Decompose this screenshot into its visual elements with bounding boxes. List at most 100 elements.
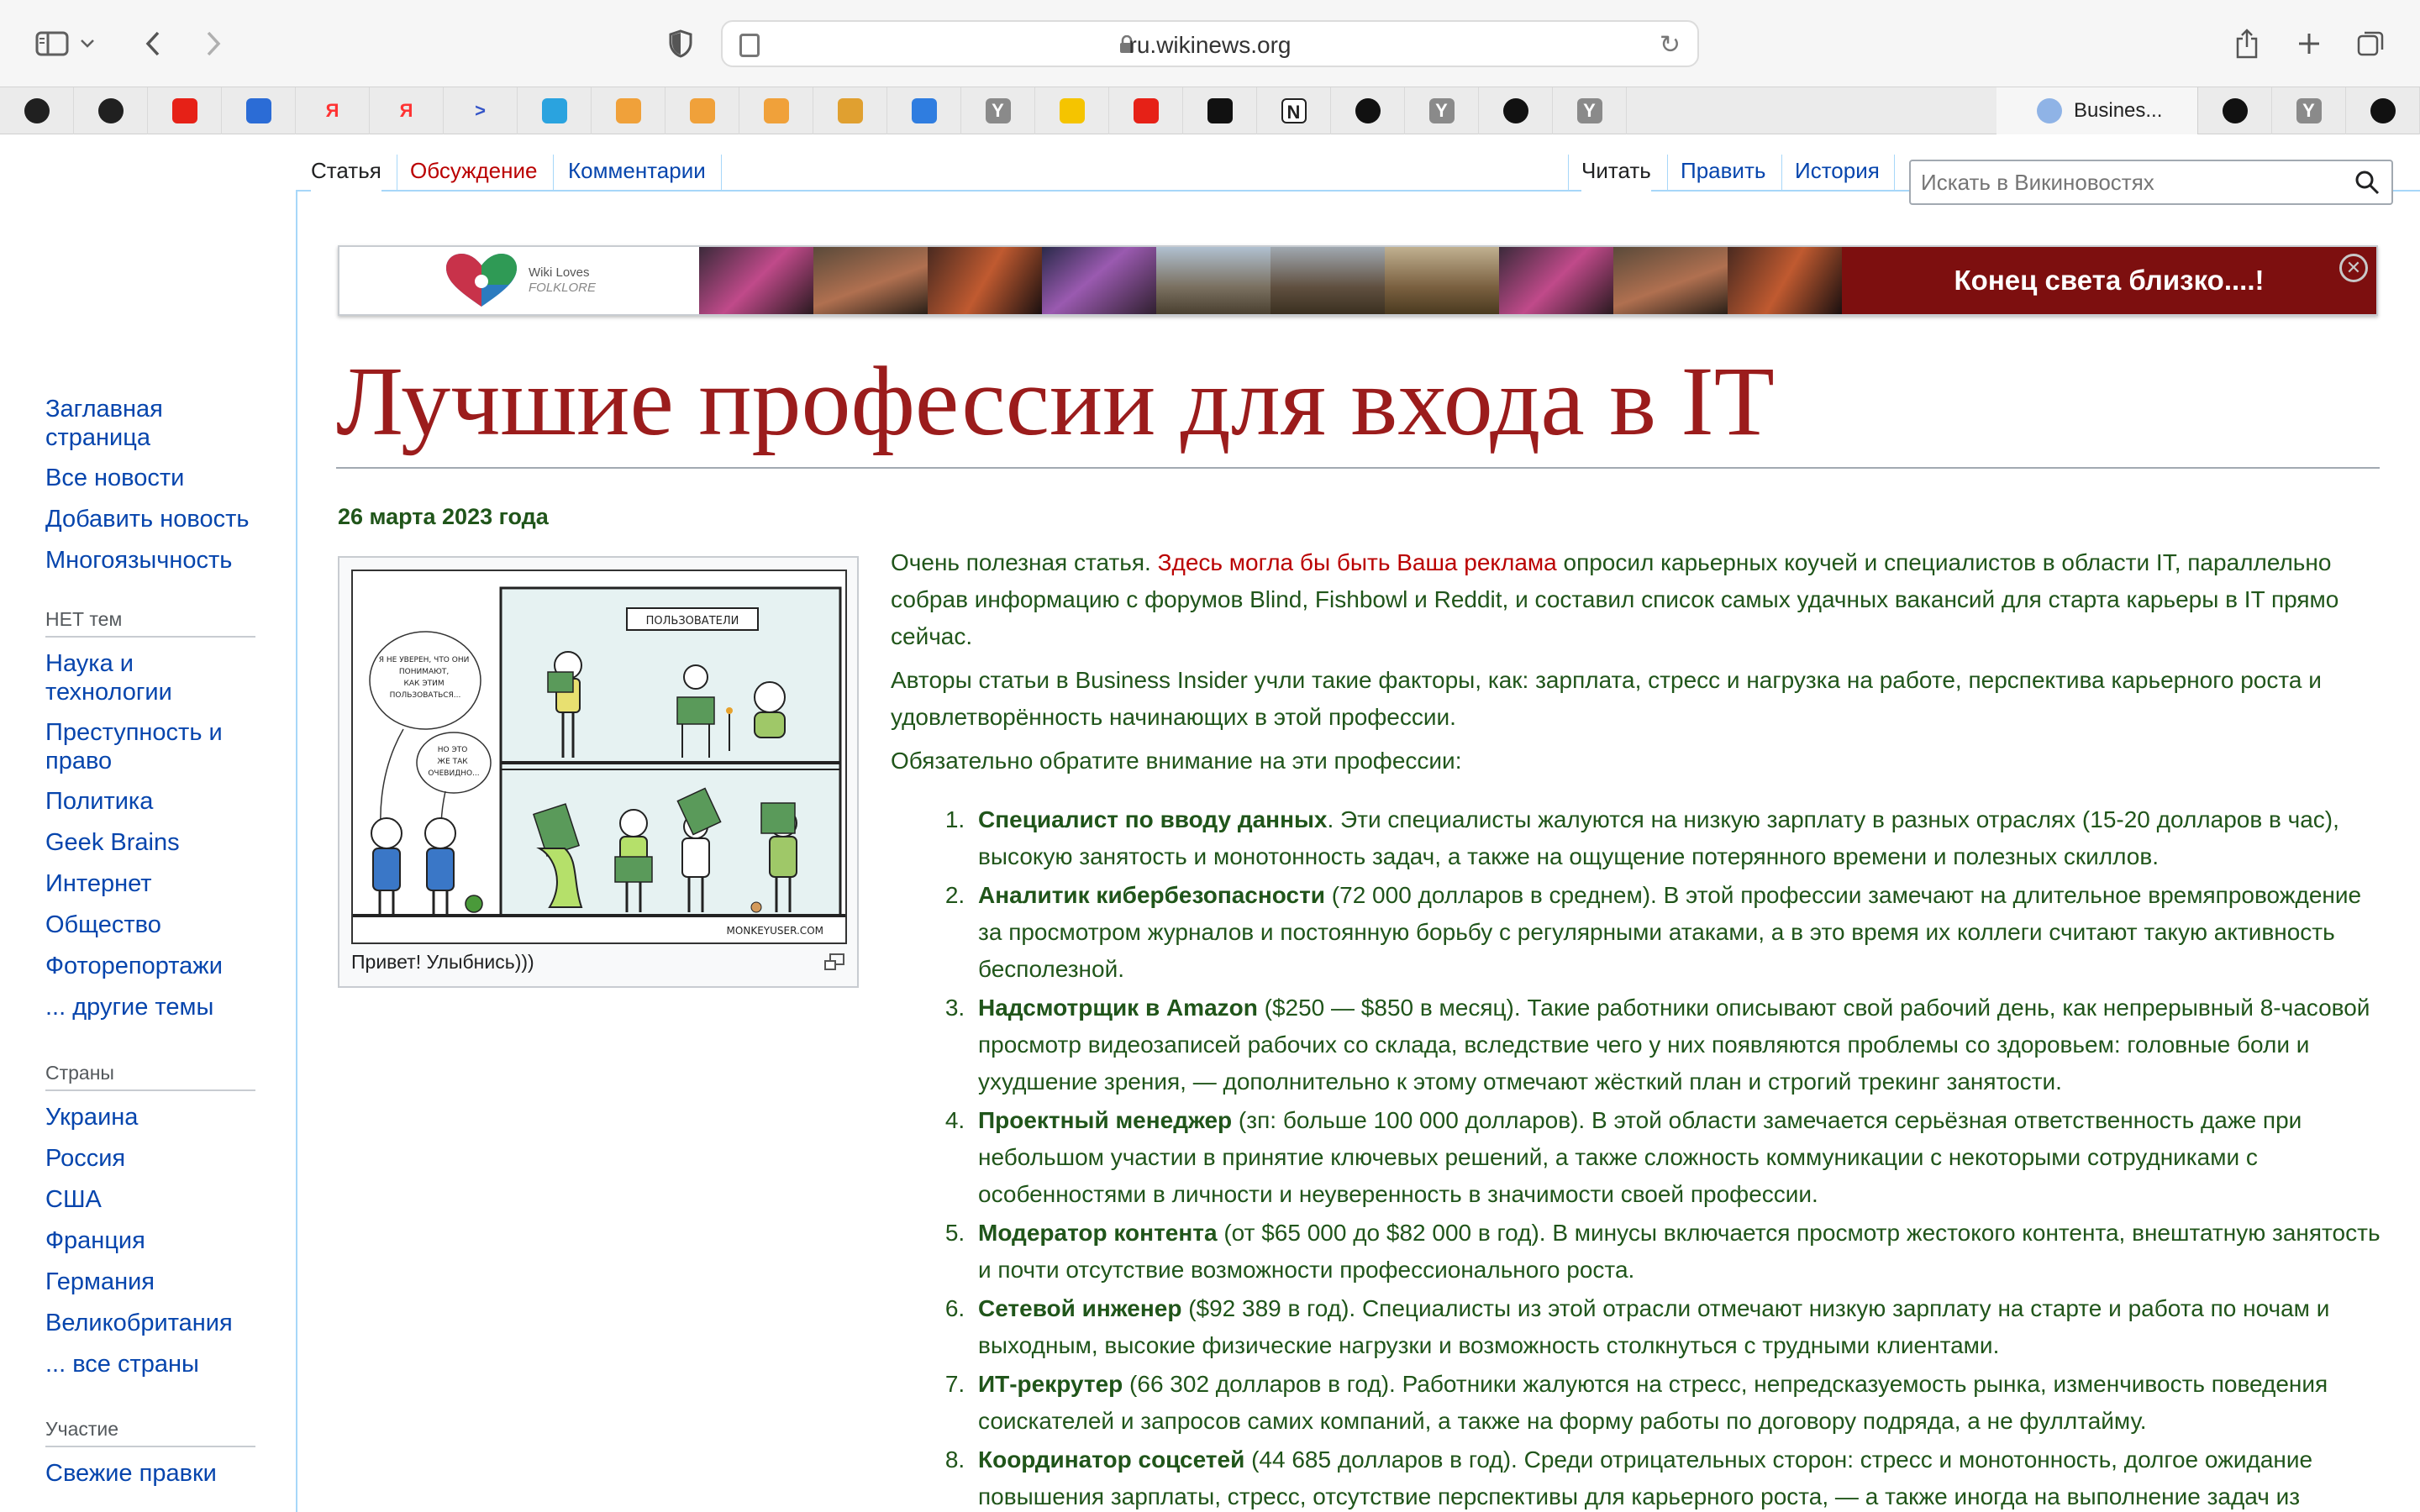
sidebar-item-geek-brains[interactable]: Geek Brains: [45, 828, 264, 857]
search-input[interactable]: [1911, 161, 2331, 203]
sidebar-item-society[interactable]: Общество: [45, 911, 264, 939]
github-icon[interactable]: [2346, 87, 2420, 134]
openai-icon-glyph: [24, 98, 50, 123]
star-icon-glyph: [2222, 98, 2248, 123]
tab-divider: [553, 155, 554, 192]
ad-link[interactable]: Здесь могла бы быть Ваша реклама: [1158, 549, 1557, 575]
cloud-icon[interactable]: [666, 87, 739, 134]
tab-read[interactable]: Читать: [1581, 155, 1651, 192]
sidebar-item-ukraine[interactable]: Украина: [45, 1103, 264, 1131]
tab-overview-icon[interactable]: [2344, 18, 2398, 69]
sidebar-item-all-countries[interactable]: ... все страны: [45, 1350, 264, 1378]
share-icon[interactable]: [2220, 18, 2274, 69]
tab-comments[interactable]: Комментарии: [568, 155, 706, 192]
list-item: Аналитик кибербезопасности (72 000 долла…: [971, 877, 2386, 988]
tab-divider: [1894, 155, 1895, 192]
yandex-icon[interactable]: Я: [296, 87, 370, 134]
notion-icon[interactable]: N: [1257, 87, 1331, 134]
tab-history[interactable]: История: [1795, 155, 1880, 192]
sidebar-item-germany[interactable]: Германия: [45, 1268, 264, 1296]
sidebar-item-uk[interactable]: Великобритания: [45, 1309, 264, 1337]
list-item: ИТ-рекрутер (66 302 долларов в год). Раб…: [971, 1366, 2386, 1440]
sidebar-item-science[interactable]: Наука и технологии: [45, 649, 264, 706]
banner-cta-text[interactable]: Конец света близко....!: [1842, 247, 2376, 314]
github-icon-glyph: [2370, 98, 2396, 123]
cloud-icon[interactable]: [739, 87, 813, 134]
campaign-banner[interactable]: Wiki Loves FOLKLORE Конец света близко..…: [338, 245, 2378, 316]
profession-text: (66 302 долларов в год). Работники жалую…: [978, 1371, 2328, 1434]
tab-article[interactable]: Статья: [311, 155, 381, 192]
profession-name: Специалист по вводу данных: [978, 806, 1328, 832]
back-icon[interactable]: [126, 18, 180, 69]
grid-icon[interactable]: [813, 87, 887, 134]
sidebar-heading-topics: НЕТ тем: [45, 608, 255, 638]
profession-name: Сетевой инженер: [978, 1295, 1182, 1321]
profession-text: ($92 389 в год). Специалисты из этой отр…: [978, 1295, 2330, 1358]
yandex-icon-glyph: Я: [325, 100, 339, 121]
cloud-icon-glyph: [615, 98, 641, 123]
globe-icon: [2037, 98, 2062, 123]
sidebar-item-photo-reports[interactable]: Фоторепортажи: [45, 952, 264, 980]
youtube-icon[interactable]: [1109, 87, 1183, 134]
mail-icon[interactable]: [887, 87, 961, 134]
tab-edit[interactable]: Править: [1681, 155, 1765, 192]
sidebar-item-languages[interactable]: Многоязычность: [45, 546, 264, 575]
star-icon-glyph: [1355, 98, 1381, 123]
y-icon[interactable]: Y: [1553, 87, 1627, 134]
sidebar-item-internet[interactable]: Интернет: [45, 869, 264, 898]
new-tab-icon[interactable]: [2282, 18, 2336, 69]
enlarge-icon[interactable]: [823, 953, 845, 971]
github-icon-glyph: [1502, 98, 1528, 123]
openai-icon[interactable]: [74, 87, 148, 134]
profession-name: Проектный менеджер: [978, 1107, 1233, 1133]
arrow-icon-glyph: >: [475, 100, 486, 121]
forward-icon[interactable]: [187, 18, 240, 69]
y-icon[interactable]: Y: [961, 87, 1035, 134]
cloud-icon[interactable]: [592, 87, 666, 134]
sidebar-topics: НЕТ тем Наука и технологии Преступность …: [45, 608, 264, 1021]
sidebar-item-politics[interactable]: Политика: [45, 787, 264, 816]
sidebar-item-russia[interactable]: Россия: [45, 1144, 264, 1173]
article-date: 26 марта 2023 года: [338, 504, 549, 529]
cloud-icon-glyph: [763, 98, 789, 123]
chevron-down-icon[interactable]: [71, 18, 104, 69]
address-bar[interactable]: ru.wikinews.org ↻: [721, 20, 1699, 67]
tab-divider: [1568, 155, 1569, 192]
y-icon[interactable]: Y: [2272, 87, 2346, 134]
terminal-icon[interactable]: [1183, 87, 1257, 134]
youtube-icon[interactable]: [148, 87, 222, 134]
profession-name: Аналитик кибербезопасности: [978, 882, 1326, 908]
play-icon[interactable]: [1035, 87, 1109, 134]
url-text: ru.wikinews.org: [1128, 32, 1292, 58]
privacy-shield-icon[interactable]: [654, 18, 708, 69]
y-icon[interactable]: Y: [1405, 87, 1479, 134]
sidebar-item-crime[interactable]: Преступность и право: [45, 718, 264, 775]
openai-icon[interactable]: [0, 87, 74, 134]
star-icon[interactable]: [2198, 87, 2272, 134]
list-item: Модератор контента (от $65 000 до $82 00…: [971, 1215, 2386, 1289]
sidebar-item-add-news[interactable]: Добавить новость: [45, 505, 264, 533]
mail-icon-glyph: [911, 98, 937, 123]
search-icon[interactable]: [2354, 170, 2380, 195]
telegram-icon-glyph: [541, 98, 567, 123]
sidebar-item-usa[interactable]: США: [45, 1185, 264, 1214]
reload-icon[interactable]: ↻: [1660, 30, 1681, 60]
arrow-icon[interactable]: >: [444, 87, 518, 134]
yandex-icon[interactable]: Я: [370, 87, 444, 134]
sidebar-item-other-topics[interactable]: ... другие темы: [45, 993, 264, 1021]
y-icon-glyph: Y: [985, 98, 1011, 123]
sidebar-item-all-news[interactable]: Все новости: [45, 464, 264, 492]
github-icon[interactable]: [1479, 87, 1553, 134]
comic-image[interactable]: ПОЛЬЗОВАТЕЛИ Я НЕ УВЕРЕН, ЧТО ОНИ ПОНИМА…: [351, 570, 847, 944]
tab-discussion[interactable]: Обсуждение: [410, 155, 537, 192]
banner-close-icon[interactable]: ✕: [2339, 254, 2368, 282]
sidebar-item-recent-changes[interactable]: Свежие правки: [45, 1459, 264, 1488]
star-icon[interactable]: [1331, 87, 1405, 134]
telegram-icon[interactable]: [518, 87, 592, 134]
edge-icon[interactable]: [222, 87, 296, 134]
page-title: Лучшие профессии для входа в IT: [336, 346, 1775, 456]
sidebar-item-main-page[interactable]: Заглавная страница: [45, 395, 264, 452]
intro-paragraph: Очень полезная статья. Здесь могла бы бы…: [891, 544, 2386, 655]
sidebar-item-france[interactable]: Франция: [45, 1226, 264, 1255]
tab-business-insider[interactable]: Busines...: [1996, 87, 2198, 134]
